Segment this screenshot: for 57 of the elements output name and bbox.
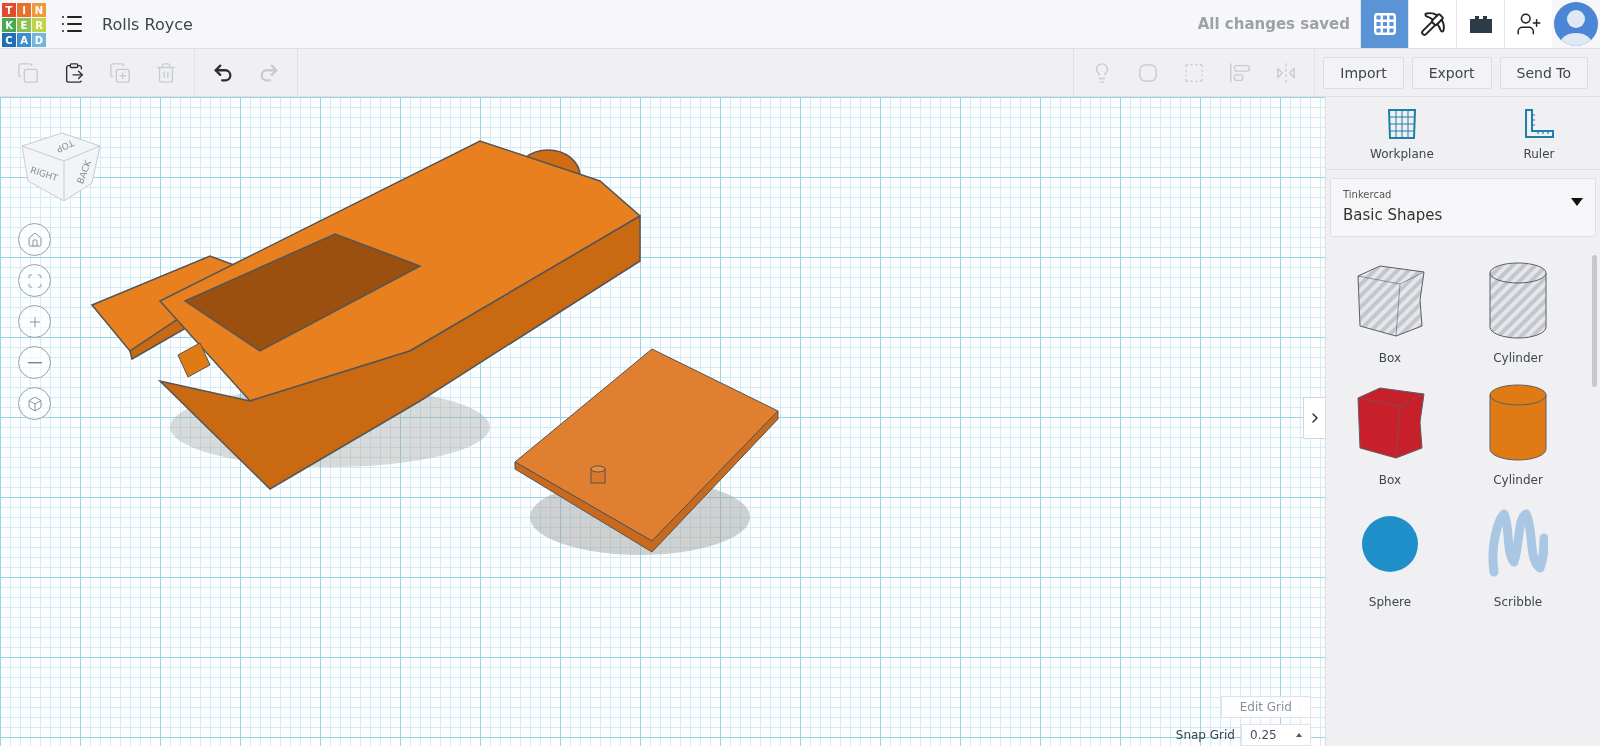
collapse-panel-button[interactable] [1303, 397, 1325, 439]
shape-item[interactable]: Box [1326, 255, 1454, 365]
cube-face-label: RIGHT [29, 164, 59, 184]
snap-grid-select[interactable]: 0.25 [1241, 724, 1311, 746]
align-icon [1229, 61, 1252, 84]
shape-item[interactable]: Cylinder [1454, 255, 1582, 365]
redo-icon [258, 61, 280, 84]
toolbar-button[interactable]: Send To [1499, 56, 1588, 89]
shape-item[interactable]: Cylinder [1454, 377, 1582, 487]
brick-icon [1467, 14, 1494, 34]
zoom-in-button[interactable] [18, 305, 51, 338]
paste-icon [63, 61, 85, 84]
trash-icon [155, 61, 177, 84]
duplicate-icon [109, 61, 131, 84]
view-mode-button[interactable] [1408, 0, 1456, 48]
undo-icon [212, 61, 234, 84]
design-title: Rolls Royce [102, 14, 193, 34]
dropdown-caret-icon [1571, 198, 1583, 206]
logo-letter: C [2, 33, 16, 47]
shape-item[interactable]: Sphere [1326, 499, 1454, 609]
logo-letter: I [17, 3, 31, 17]
cube-icon [26, 395, 43, 412]
add-user-button[interactable] [1504, 0, 1552, 48]
fit-view-icon [26, 272, 43, 289]
grid-icon [1371, 11, 1398, 37]
workplane-grid[interactable]: TOP RIGHT BACK Edit Grid Snap Grid 0.25 [0, 97, 1325, 746]
logo-letter: T [2, 3, 16, 17]
home-button[interactable] [18, 223, 51, 256]
copy-icon [17, 61, 39, 84]
add-user-icon [1515, 11, 1542, 37]
fit-button[interactable] [18, 264, 51, 297]
logo-letter: E [17, 18, 31, 32]
logo-letter: K [2, 18, 16, 32]
view-mode-button[interactable] [1456, 0, 1504, 48]
logo-letter: D [32, 33, 46, 47]
toolbar-button[interactable]: Import [1323, 56, 1404, 89]
logo-letter: N [32, 3, 46, 17]
zoom-out-button[interactable] [18, 346, 51, 379]
ruler-button[interactable]: Ruler [1513, 107, 1564, 161]
toolbar-button[interactable]: Export [1411, 56, 1492, 89]
pickaxe-icon [1419, 11, 1446, 37]
cube-face-label: TOP [54, 137, 76, 155]
shape-item[interactable]: Box [1326, 377, 1454, 487]
shape-library-dropdown[interactable]: Tinkercad Basic Shapes [1330, 178, 1596, 237]
perspective-button[interactable] [18, 387, 51, 420]
mirror-icon [1275, 61, 1298, 84]
home-icon [26, 231, 43, 248]
save-status: All changes saved [1197, 15, 1350, 33]
workplane-button[interactable]: Workplane [1362, 107, 1442, 161]
logo-letter: R [32, 18, 46, 32]
zoom-out-icon [27, 361, 42, 364]
shape-item[interactable]: Scribble [1454, 499, 1582, 609]
logo-letter: A [17, 33, 31, 47]
cube-face-label: BACK [75, 158, 94, 186]
scrollbar[interactable] [1592, 255, 1597, 387]
snap-grid-label: Snap Grid [1175, 728, 1235, 742]
caret-up-icon [1296, 733, 1302, 737]
